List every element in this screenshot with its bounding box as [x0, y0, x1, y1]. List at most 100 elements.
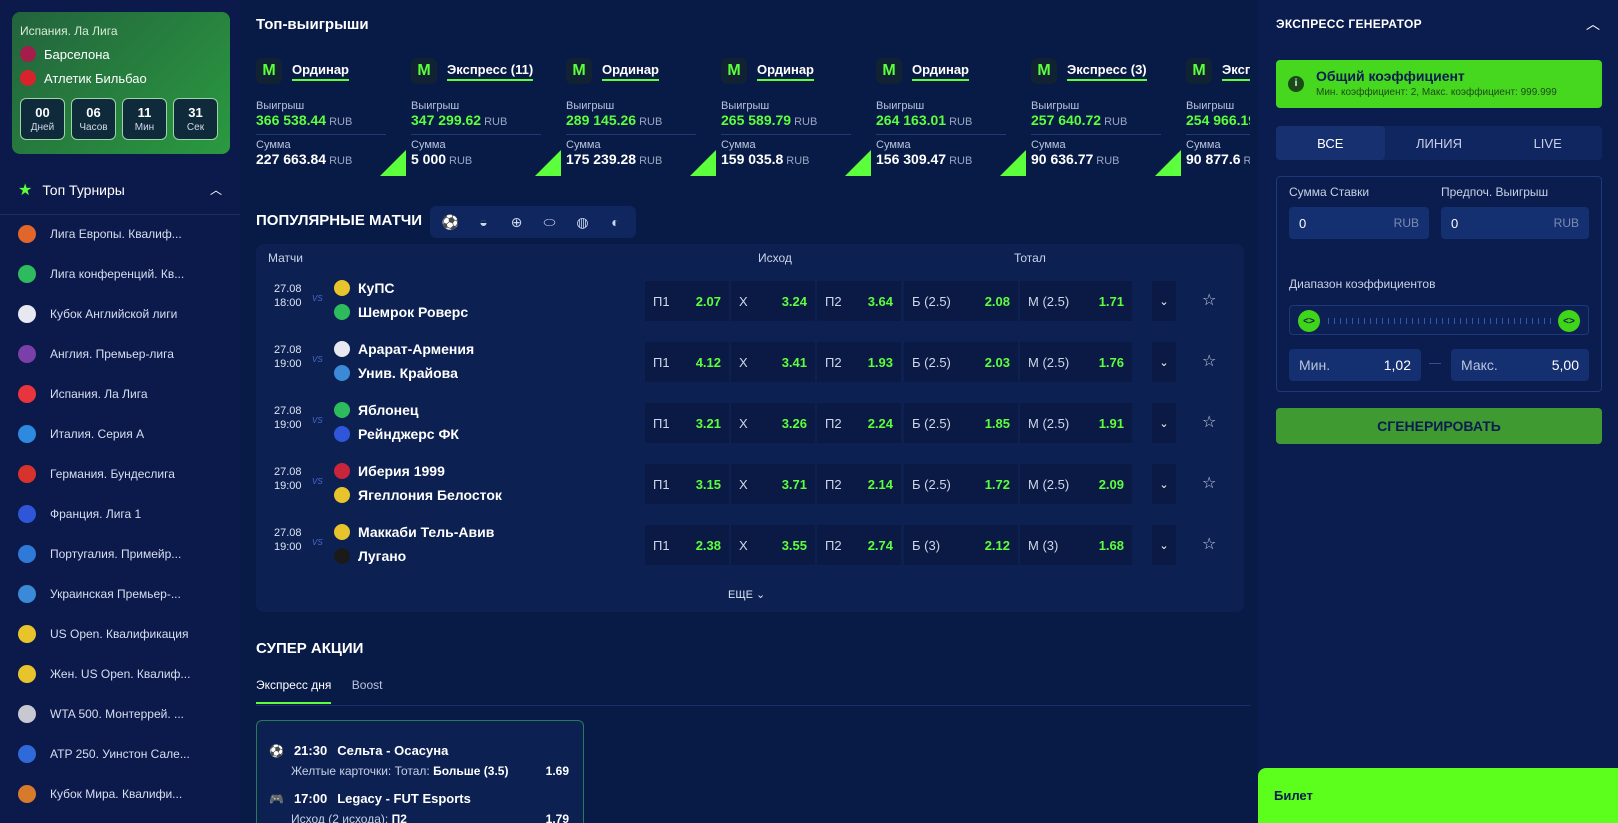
basketball-icon[interactable]: ⊕ [500, 206, 533, 238]
favorite-star-icon[interactable]: ☆ [1202, 534, 1216, 554]
football-icon: ⚽ [269, 743, 284, 758]
odd-x[interactable]: X 3.71 [731, 464, 815, 504]
tab-live[interactable]: LIVE [1493, 126, 1602, 160]
outcome-odds: П1 3.15 X 3.71 П2 2.14 [645, 464, 901, 504]
odd-p1[interactable]: П1 3.21 [645, 403, 729, 443]
baseball-icon[interactable]: ◐ [599, 206, 632, 238]
odd-p2[interactable]: П2 1.93 [817, 342, 901, 382]
odd-under[interactable]: М (2.5) 1.76 [1020, 342, 1132, 382]
chevron-up-icon[interactable]: ︿ [1586, 14, 1600, 34]
hockey-icon[interactable]: ⬭ [533, 206, 566, 238]
sidebar-tournament-item[interactable]: Украинская Премьер-... [0, 574, 240, 614]
sidebar-tournament-item[interactable]: ATP 250. Уинстон Сале... [0, 734, 240, 774]
top-win-card[interactable]: MЭкспресс Выигрыш254 966.19RUBСумма90 87… [1186, 52, 1250, 192]
match-teams[interactable]: Иберия 1999 Ягеллония Белосток [334, 459, 502, 507]
odd-x[interactable]: X 3.26 [731, 403, 815, 443]
odd-under[interactable]: М (2.5) 1.71 [1020, 281, 1132, 321]
coef-range-slider[interactable]: <> <> [1289, 305, 1589, 335]
odd-over[interactable]: Б (2.5) 2.08 [904, 281, 1018, 321]
chevron-down-icon[interactable]: ⌄ [1152, 403, 1176, 443]
bet-slip-tab[interactable]: Билет [1258, 768, 1618, 823]
odd-over[interactable]: Б (2.5) 1.72 [904, 464, 1018, 504]
match-teams[interactable]: Арарат-Армения Унив. Крайова [334, 337, 474, 385]
odd-p2[interactable]: П2 2.24 [817, 403, 901, 443]
stake-input[interactable]: 0 RUB [1289, 207, 1429, 239]
sport-filter: ⚽ ◒ ⊕ ⬭ ◍ ◐ [430, 206, 636, 238]
top-win-card[interactable]: M Ординар Выигрыш 289 145.26 RUB Сумма 175 23… [566, 52, 716, 192]
tab-all[interactable]: ВСЕ [1276, 126, 1385, 160]
chevron-up-icon[interactable]: ︿ [210, 181, 222, 198]
odd-under[interactable]: М (2.5) 1.91 [1020, 403, 1132, 443]
sidebar-tournament-item[interactable]: Италия. Серия А [0, 414, 240, 454]
chevron-down-icon[interactable]: ⌄ [1152, 525, 1176, 565]
col-total: Тотал [1014, 251, 1046, 265]
odd-p1[interactable]: П1 2.38 [645, 525, 729, 565]
odd-over[interactable]: Б (2.5) 1.85 [904, 403, 1018, 443]
odd-x[interactable]: X 3.24 [731, 281, 815, 321]
odd-p1[interactable]: П1 2.07 [645, 281, 729, 321]
top-win-card[interactable]: M Ординар Выигрыш 264 163.01 RUB Сумма 156 30… [876, 52, 1026, 192]
preferred-win-input[interactable]: 0 RUB [1441, 207, 1589, 239]
match-row: 27.08 19:00 VS Яблонец Рейнджерс ФК П1 3.21 X 3.… [256, 394, 1244, 452]
top-tournaments-title: Топ Турниры [42, 181, 125, 198]
sidebar-tournament-item[interactable]: Кубок Английской лиги [0, 294, 240, 334]
tab-line[interactable]: ЛИНИЯ [1385, 126, 1494, 160]
odd-x[interactable]: X 3.55 [731, 525, 815, 565]
odd-x[interactable]: X 3.41 [731, 342, 815, 382]
max-coef-input[interactable]: Макс. 5,00 [1451, 349, 1589, 381]
match-datetime: 27.08 18:00 [274, 283, 302, 309]
tournament-logo-icon [18, 225, 36, 243]
sidebar-tournament-item[interactable]: US Open. Квалификация [0, 614, 240, 654]
sidebar-tournament-item[interactable]: Франция. Лига 1 [0, 494, 240, 534]
odd-over[interactable]: Б (2.5) 2.03 [904, 342, 1018, 382]
win-amount: 347 299.62 RUB [411, 112, 508, 128]
sidebar-tournament-item[interactable]: Испания. Ла Лига [0, 374, 240, 414]
team-crest-icon [334, 426, 350, 442]
odd-p2[interactable]: П2 2.74 [817, 525, 901, 565]
odd-p2[interactable]: П2 3.64 [817, 281, 901, 321]
odd-p1[interactable]: П1 4.12 [645, 342, 729, 382]
top-tournaments-header[interactable]: ★ Топ Турниры ︿ [0, 165, 240, 215]
favorite-star-icon[interactable]: ☆ [1202, 290, 1216, 310]
show-more-button[interactable]: ЕЩЕ ⌄ [728, 588, 765, 601]
sidebar-tournament-item[interactable]: Португалия. Примейр... [0, 534, 240, 574]
chevron-down-icon[interactable]: ⌄ [1152, 281, 1176, 321]
tab-express-day[interactable]: Экспресс дня [256, 678, 332, 704]
sidebar-tournament-item[interactable]: Жен. US Open. Квалиф... [0, 654, 240, 694]
tennis-icon[interactable]: ◒ [467, 206, 500, 238]
odd-under[interactable]: М (2.5) 2.09 [1020, 464, 1132, 504]
promo-match-card[interactable]: Испания. Ла Лига Барселона Атлетик Бильб… [12, 12, 230, 154]
favorite-star-icon[interactable]: ☆ [1202, 351, 1216, 371]
sidebar-tournament-item[interactable]: Кубок Мира. Квалифи... [0, 774, 240, 814]
match-teams[interactable]: Маккаби Тель-Авив Лугано [334, 520, 494, 568]
football-icon[interactable]: ⚽ [434, 206, 467, 238]
top-win-card[interactable]: M Экспресс (11) Выигрыш 347 299.62 RUB Сумма 5… [411, 52, 561, 192]
odd-p1[interactable]: П1 3.15 [645, 464, 729, 504]
chevron-down-icon[interactable]: ⌄ [1152, 464, 1176, 504]
top-win-card[interactable]: M Ординар Выигрыш 265 589.79 RUB Сумма 159 03… [721, 52, 871, 192]
top-win-card[interactable]: M Экспресс (3) Выигрыш 257 640.72 RUB Сумма 90… [1031, 52, 1181, 192]
match-teams[interactable]: Яблонец Рейнджерс ФК [334, 398, 459, 446]
express-of-day-card[interactable]: ⚽ 21:30 Сельта - Осасуна Желтые карточки: … [256, 720, 584, 823]
favorite-star-icon[interactable]: ☆ [1202, 412, 1216, 432]
sidebar-tournament-item[interactable]: Лига конференций. Кв... [0, 254, 240, 294]
sidebar-tournament-item[interactable]: Германия. Бундеслига [0, 454, 240, 494]
slider-max-handle[interactable]: <> [1558, 310, 1580, 332]
favorite-star-icon[interactable]: ☆ [1202, 473, 1216, 493]
slider-min-handle[interactable]: <> [1298, 310, 1320, 332]
tournament-list: Лига Европы. Квалиф... Лига конференций. … [0, 214, 240, 814]
generate-button[interactable]: СГЕНЕРИРОВАТЬ [1276, 408, 1602, 444]
match-teams[interactable]: КуПС Шемрок Роверс [334, 276, 468, 324]
sidebar-tournament-item[interactable]: Англия. Премьер-лига [0, 334, 240, 374]
team-crest-icon [334, 341, 350, 357]
sidebar-tournament-item[interactable]: WTA 500. Монтеррей. ... [0, 694, 240, 734]
odd-over[interactable]: Б (3) 2.12 [904, 525, 1018, 565]
sidebar-tournament-item[interactable]: Лига Европы. Квалиф... [0, 214, 240, 254]
min-coef-input[interactable]: Мин. 1,02 [1289, 349, 1421, 381]
odd-under[interactable]: М (3) 1.68 [1020, 525, 1132, 565]
tab-boost[interactable]: Boost [352, 678, 383, 702]
odd-p2[interactable]: П2 2.14 [817, 464, 901, 504]
volleyball-icon[interactable]: ◍ [566, 206, 599, 238]
chevron-down-icon[interactable]: ⌄ [1152, 342, 1176, 382]
top-win-card[interactable]: M Ординар Выигрыш 366 538.44 RUB Сумма 227 66… [256, 52, 406, 192]
